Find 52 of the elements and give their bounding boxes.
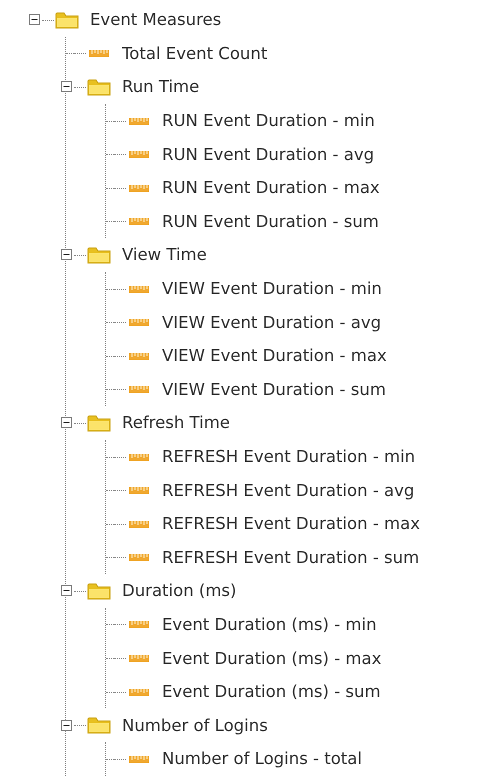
folder-label[interactable]: View Time: [122, 245, 207, 264]
measure-label[interactable]: REFRESH Event Duration - max: [162, 514, 420, 534]
measure-label[interactable]: RUN Event Duration - min: [162, 111, 375, 130]
folder-icon: [55, 10, 79, 30]
measure-label[interactable]: Event Duration (ms) - min: [162, 614, 377, 634]
measure-icon: [128, 384, 150, 394]
measure-icon: [88, 48, 110, 58]
folder-label[interactable]: Event Measures: [90, 10, 222, 30]
measure-label[interactable]: RUN Event Duration - sum: [162, 212, 379, 231]
folder-label[interactable]: Refresh Time: [122, 413, 230, 432]
measure-label[interactable]: VIEW Event Duration - min: [162, 279, 382, 298]
measure-icon: [128, 182, 150, 193]
measure-icon: [128, 216, 150, 226]
measure-icon: [128, 653, 150, 664]
measure-label[interactable]: RUN Event Duration - max: [162, 178, 380, 198]
measure-label[interactable]: Event Duration (ms) - sum: [162, 682, 381, 702]
measure-label[interactable]: Number of Logins - total: [162, 749, 362, 768]
measure-icon: [128, 149, 150, 160]
folder-label[interactable]: Number of Logins: [122, 716, 268, 735]
measure-label[interactable]: REFRESH Event Duration - sum: [162, 548, 420, 567]
folder-icon: [87, 715, 111, 736]
collapse-icon[interactable]: [60, 720, 72, 731]
folder-label[interactable]: Duration (ms): [122, 581, 236, 600]
measure-label[interactable]: VIEW Event Duration - avg: [162, 312, 382, 332]
collapse-icon[interactable]: [28, 14, 40, 26]
measure-icon: [128, 317, 150, 328]
folder-icon: [87, 76, 111, 97]
measure-icon: [128, 284, 150, 294]
folder-icon: [87, 580, 111, 601]
measure-icon: [128, 754, 150, 764]
collapse-icon[interactable]: [60, 585, 72, 596]
collapse-icon[interactable]: [60, 81, 72, 92]
measure-icon: [128, 552, 150, 562]
measure-label[interactable]: RUN Event Duration - avg: [162, 144, 374, 164]
folder-icon: [87, 244, 111, 265]
measure-label[interactable]: VIEW Event Duration - sum: [162, 380, 386, 399]
measure-label[interactable]: REFRESH Event Duration - avg: [162, 480, 414, 500]
measure-icon: [128, 452, 150, 462]
measure-label[interactable]: Event Duration (ms) - max: [162, 648, 382, 668]
measure-icon: [128, 686, 150, 697]
measure-icon: [128, 518, 150, 529]
measure-icon: [128, 116, 150, 126]
measure-label[interactable]: VIEW Event Duration - max: [162, 346, 387, 366]
folder-icon: [87, 412, 111, 433]
measure-icon: [128, 485, 150, 496]
measure-icon: [128, 350, 150, 361]
folder-label[interactable]: Run Time: [122, 77, 200, 96]
collapse-icon[interactable]: [60, 249, 72, 260]
measure-label[interactable]: REFRESH Event Duration - min: [162, 447, 416, 466]
measure-icon: [128, 619, 150, 630]
collapse-icon[interactable]: [60, 417, 72, 428]
measure-label[interactable]: Total Event Count: [122, 44, 268, 63]
